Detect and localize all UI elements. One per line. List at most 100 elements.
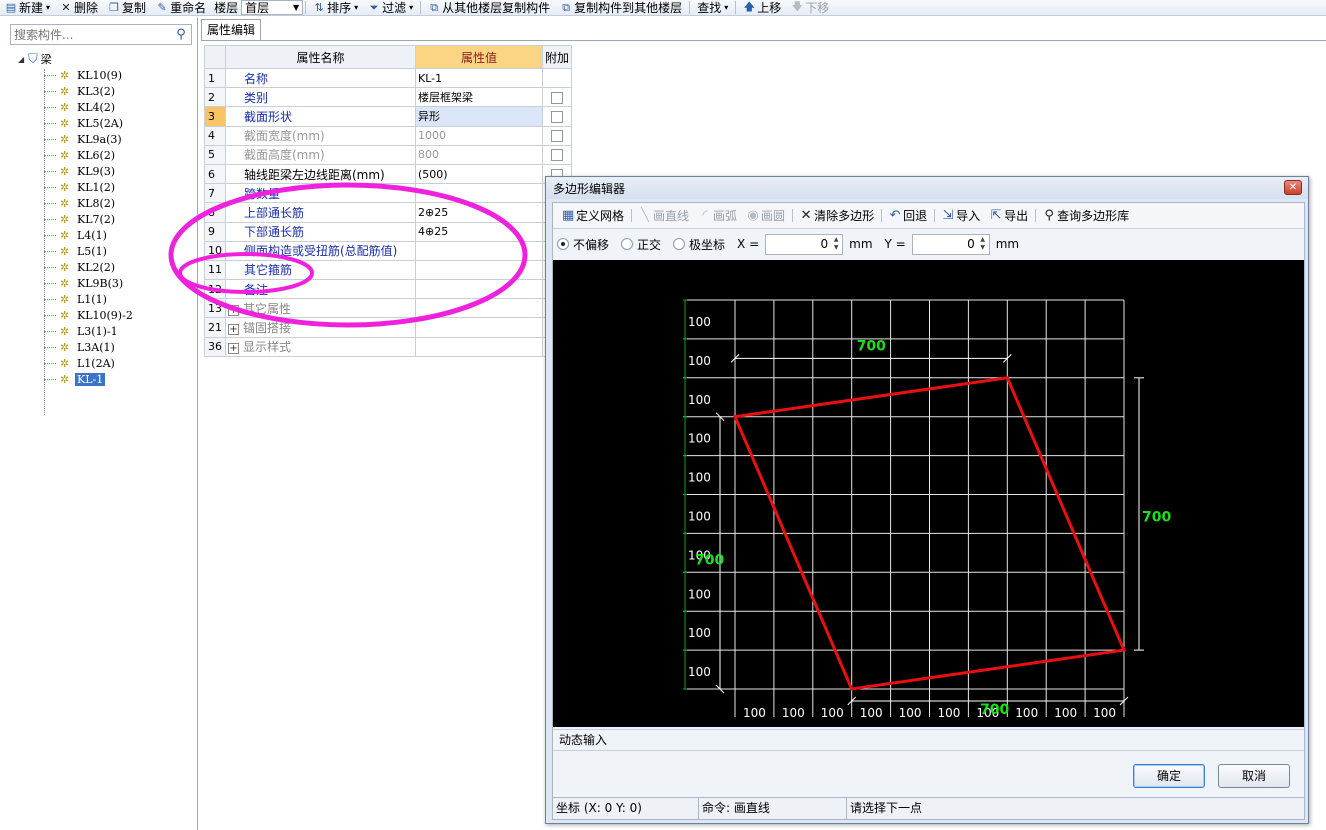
table-row[interactable]: 13 + 其它属性 — [204, 298, 573, 319]
spin-arrows-icon[interactable]: ▲ ▼ — [978, 236, 988, 253]
clear-polygon-button[interactable]: ✕ 清除多边形 — [795, 205, 879, 227]
tree-item[interactable]: ✲ L1(1) — [18, 291, 193, 307]
radio-ortho[interactable]: 正交 — [621, 236, 661, 253]
tree-item[interactable]: ✲ L3(1)-1 — [18, 323, 193, 339]
filter-button[interactable]: ⏷ 过滤 ▾ — [363, 0, 418, 16]
property-value[interactable] — [415, 336, 543, 357]
undo-button[interactable]: ↶ 回退 — [884, 205, 932, 227]
property-value[interactable]: KL-1 — [415, 67, 543, 89]
property-value[interactable]: 2⊕25 — [415, 202, 543, 223]
ok-button[interactable]: 确定 — [1133, 764, 1205, 788]
tree-item[interactable]: ✲ KL8(2) — [18, 195, 193, 211]
tree-item[interactable]: ✲ KL6(2) — [18, 147, 193, 163]
attach-checkbox[interactable] — [551, 149, 563, 162]
tree-item[interactable]: ✲ KL1(2) — [18, 179, 193, 195]
tree-item[interactable]: ✲ L1(2A) — [18, 355, 193, 371]
table-row[interactable]: 10 侧面构造或受扭筋(总配筋值) — [204, 240, 573, 261]
table-row[interactable]: 11 其它箍筋 — [204, 259, 573, 281]
tree-item[interactable]: ✲ KL7(2) — [18, 211, 193, 227]
close-button[interactable]: ✕ — [1284, 180, 1302, 195]
y-stepper[interactable]: 0 ▲ ▼ — [911, 233, 990, 255]
tree-item[interactable]: ✲ KL5(2A) — [18, 115, 193, 131]
tree-item[interactable]: ✲ KL2(2) — [18, 259, 193, 275]
dialog-titlebar[interactable]: 多边形编辑器 — [546, 177, 1308, 199]
property-value[interactable]: 800 — [415, 144, 543, 165]
table-row[interactable]: 5 截面高度(mm) 800 — [204, 144, 573, 165]
expand-icon[interactable]: + — [228, 343, 239, 355]
tree-item[interactable]: ✲ L4(1) — [18, 227, 193, 243]
export-button[interactable]: ⇱ 导出 — [985, 205, 1033, 227]
query-library-button[interactable]: ⚲ 查询多边形库 — [1038, 205, 1134, 227]
floor-select[interactable]: 首层 ▼ — [241, 0, 304, 15]
attach-checkbox[interactable] — [551, 91, 563, 104]
beam-component-icon: ✲ — [60, 132, 70, 146]
table-row[interactable]: 8 上部通长筋 2⊕25 — [204, 202, 573, 223]
tab-property-edit[interactable]: 属性编辑 — [201, 19, 262, 41]
table-row[interactable]: 4 截面宽度(mm) 1000 — [204, 125, 573, 146]
expand-icon[interactable]: + — [228, 304, 239, 316]
component-tree: ◢ ⛉ 梁 ✲ KL10(9) ✲ KL3(2) ✲ KL4(2) ✲ KL5(2A) ✲ KL9… — [18, 51, 193, 415]
property-value[interactable]: 楼层框架梁 — [415, 87, 543, 108]
table-row[interactable]: 1 名称 KL-1 — [204, 67, 573, 89]
table-row[interactable]: 6 轴线距梁左边线距离(mm) (500) — [204, 163, 573, 185]
property-value[interactable]: (500) — [415, 163, 543, 185]
polygon-canvas[interactable]: 100 100 100 100 100 100 100 100 100 100 100 100 100 1… — [553, 260, 1304, 727]
property-value[interactable] — [415, 240, 543, 261]
attach-checkbox[interactable] — [551, 130, 563, 143]
tree-item[interactable]: ✲ KL10(9)-2 — [18, 307, 193, 323]
tree-item[interactable]: ✲ KL-1 — [18, 371, 193, 387]
dynamic-input-tab[interactable]: 动态输入 — [553, 729, 1304, 751]
table-row[interactable]: 21 + 锚固搭接 — [204, 317, 573, 338]
tree-item[interactable]: ✲ KL9B(3) — [18, 275, 193, 291]
radio-polar[interactable]: 极坐标 — [673, 236, 725, 253]
table-row[interactable]: 12 备注 — [204, 279, 573, 300]
property-value[interactable] — [415, 298, 543, 319]
property-value[interactable]: 1000 — [415, 125, 543, 146]
property-value[interactable]: 4⊕25 — [415, 221, 543, 242]
tree-item[interactable]: ✲ KL9a(3) — [18, 131, 193, 147]
sort-button[interactable]: ⇅ 排序 ▾ — [308, 0, 363, 15]
property-value[interactable] — [415, 183, 543, 204]
cancel-button[interactable]: 取消 — [1218, 764, 1290, 788]
property-value[interactable] — [415, 259, 543, 281]
radio-no-offset[interactable]: 不偏移 — [557, 236, 609, 253]
beam-component-icon: ✲ — [60, 196, 70, 210]
move-up-button[interactable]: 🡅 上移 — [738, 0, 786, 15]
tree-root-beam[interactable]: ◢ ⛉ 梁 — [18, 51, 193, 67]
property-value[interactable] — [415, 317, 543, 338]
define-grid-button[interactable]: ▦ 定义网格 — [557, 205, 629, 227]
tree-item[interactable]: ✲ KL4(2) — [18, 99, 193, 115]
draw-circle-button[interactable]: ◉ 画圆 — [742, 205, 790, 227]
table-row[interactable]: 36 + 显示样式 — [204, 336, 573, 357]
table-row[interactable]: 2 类别 楼层框架梁 — [204, 87, 573, 108]
property-value[interactable]: 异形 — [415, 106, 543, 127]
search-input[interactable] — [11, 27, 171, 42]
tree-item[interactable]: ✲ KL3(2) — [18, 83, 193, 99]
property-value[interactable] — [415, 279, 543, 300]
delete-button[interactable]: ✕ 删除 — [55, 0, 103, 15]
draw-arc-button[interactable]: ◜ 画弧 — [694, 205, 742, 227]
copy-button[interactable]: ❐ 复制 — [103, 0, 151, 15]
tree-item[interactable]: ✲ L5(1) — [18, 243, 193, 259]
draw-line-button[interactable]: ╲ 画直线 — [634, 205, 694, 227]
import-button[interactable]: ⇲ 导入 — [937, 205, 985, 227]
rename-button[interactable]: ✎ 重命名 — [151, 0, 211, 15]
tree-item[interactable]: ✲ KL10(9) — [18, 67, 193, 83]
table-row[interactable]: 9 下部通长筋 4⊕25 — [204, 221, 573, 242]
table-row[interactable]: 3 截面形状 异形 — [204, 106, 573, 127]
copy-to-floor-button[interactable]: ⧉ 复制构件到其他楼层 — [555, 0, 687, 16]
new-button[interactable]: ▤ 新建 ▾ — [0, 0, 55, 15]
move-down-button[interactable]: 🡇 下移 — [786, 0, 834, 15]
expand-icon[interactable]: + — [228, 324, 239, 336]
grid-drawing[interactable]: 100 100 100 100 100 100 100 100 100 100 100 100 100 1… — [553, 260, 1304, 727]
x-stepper[interactable]: 0 ▲ ▼ — [765, 233, 844, 255]
tree-item[interactable]: ✲ L3A(1) — [18, 339, 193, 355]
table-row[interactable]: 7 跨数量 — [204, 183, 573, 204]
copy-from-floor-button[interactable]: ⧉ 从其他楼层复制构件 — [423, 0, 555, 16]
spin-arrows-icon[interactable]: ▲ ▼ — [831, 236, 841, 253]
collapse-icon[interactable]: ◢ — [18, 55, 28, 64]
attach-checkbox[interactable] — [551, 110, 563, 123]
tree-item[interactable]: ✲ KL9(3) — [18, 163, 193, 179]
find-button[interactable]: 查找 ▾ — [692, 0, 733, 15]
search-icon[interactable]: ⚲ — [171, 27, 191, 42]
